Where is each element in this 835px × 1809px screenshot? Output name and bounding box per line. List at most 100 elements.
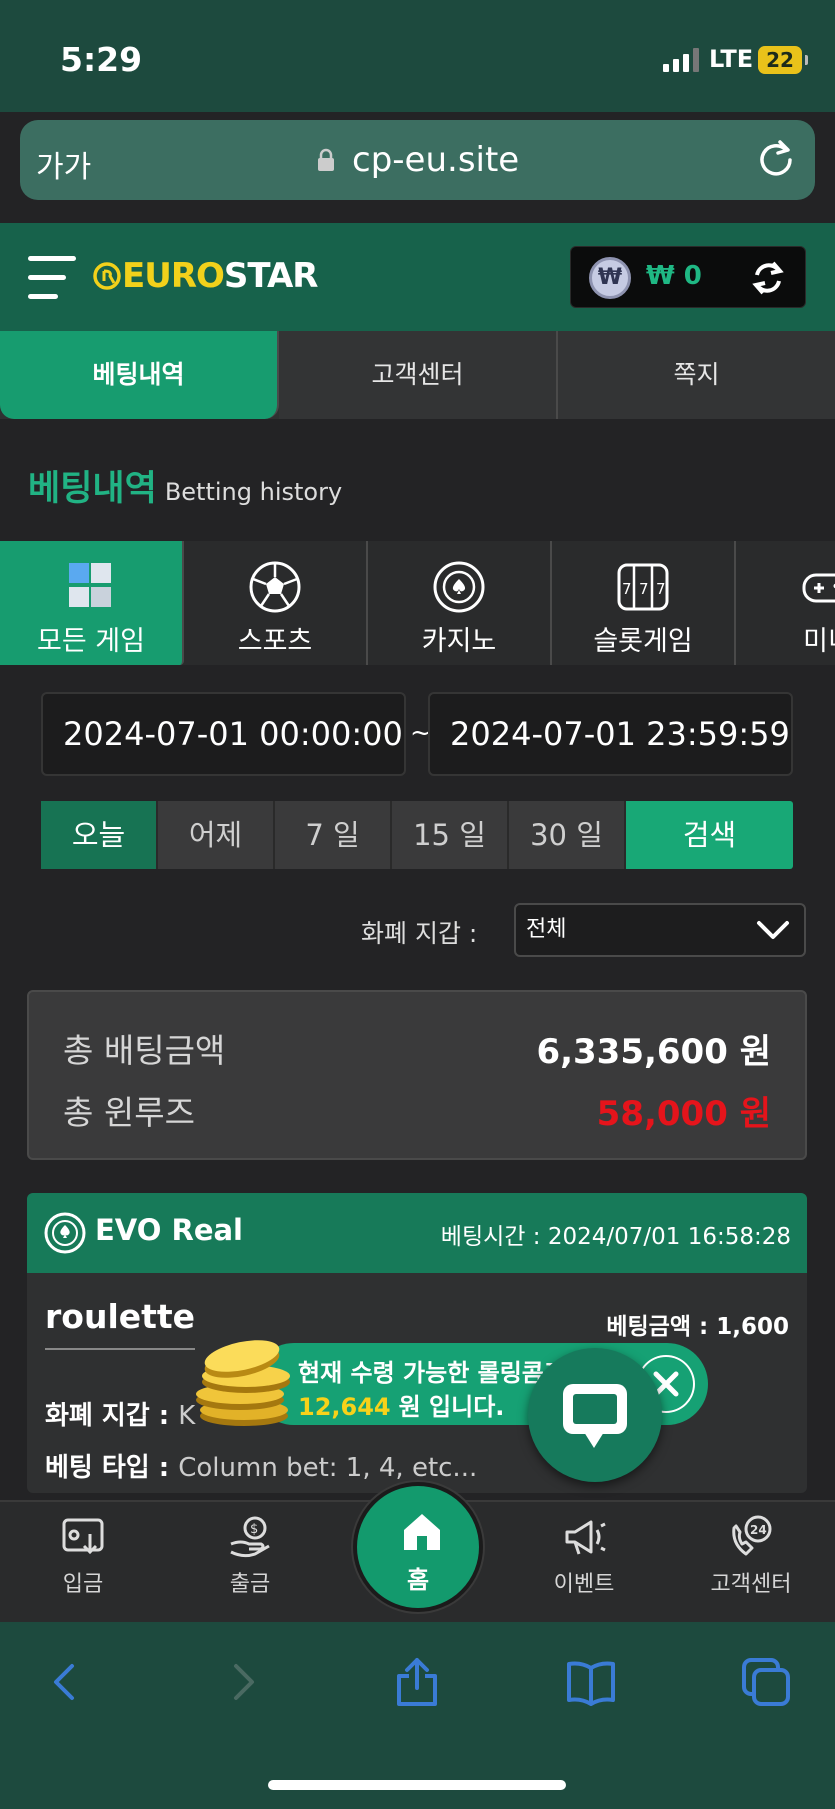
tab-betting-history[interactable]: 베팅내역 [0, 331, 279, 419]
bet-type-label: 베팅 타입 : [45, 1453, 170, 1483]
game-category-tabs: 모든 게임 스포츠 카지노 777 슬롯게임 미니 [0, 541, 835, 665]
range-15-days-button[interactable]: 15 일 [392, 801, 509, 869]
wallet-filter-label: 화폐 지갑 : [361, 919, 478, 948]
top-tabs: 베팅내역 고객센터 쪽지 [0, 331, 835, 419]
bet-type-row: 베팅 타입 : Column bet: 1, 4, etc... [45, 1447, 477, 1484]
category-label: 스포츠 [237, 626, 313, 657]
svg-text:7: 7 [639, 580, 649, 598]
svg-text:24: 24 [750, 1523, 767, 1537]
balance-amount: ₩ 0 [646, 261, 702, 291]
megaphone-icon [565, 1520, 606, 1555]
bet-time: 베팅시간 : 2024/07/01 16:58:28 [441, 1217, 791, 1251]
search-button[interactable]: 검색 [626, 801, 793, 869]
gold-coins-icon [196, 1340, 290, 1426]
nav-label: 출금 [229, 1572, 271, 1597]
category-slots[interactable]: 777 슬롯게임 [552, 541, 736, 665]
bet-wallet-row: 화폐 지갑 : K [45, 1395, 195, 1432]
refresh-balance-icon[interactable] [749, 259, 787, 297]
casino-chip-icon [44, 1212, 86, 1254]
signal-icon [663, 48, 699, 72]
slot-machine-icon: 777 [617, 563, 669, 611]
bet-wallet-label: 화폐 지갑 : [45, 1401, 170, 1431]
logo-mark-icon [93, 262, 121, 290]
bet-card-header: EVO Real 베팅시간 : 2024/07/01 16:58:28 [27, 1193, 807, 1273]
page-subtitle: Betting history [164, 478, 343, 506]
nav-withdraw[interactable]: $ 출금 [190, 1502, 310, 1598]
range-today-button[interactable]: 오늘 [41, 801, 158, 869]
share-icon[interactable] [391, 1656, 443, 1708]
promo-line2: 12,644 원 입니다. [298, 1387, 504, 1422]
cubes-icon [69, 563, 111, 607]
quick-range-buttons: 오늘 어제 7 일 15 일 30 일 검색 [41, 801, 793, 869]
category-sports[interactable]: 스포츠 [184, 541, 368, 665]
bet-time-label: 베팅시간 : [440, 1224, 541, 1250]
promo-amount: 12,644 [298, 1393, 391, 1421]
page-title-korean: 베팅내역 [28, 469, 157, 509]
category-mini[interactable]: 미니 [736, 541, 835, 665]
bet-amount-value: 1,600 [716, 1314, 789, 1340]
live-chat-button[interactable] [528, 1348, 662, 1482]
nav-home-button[interactable]: 홈 [353, 1482, 483, 1612]
date-to-input[interactable]: 2024-07-01 23:59:59 [428, 692, 793, 776]
betting-summary: 총 배팅금액 6,335,600 원 총 윈루즈 58,000 원 [27, 990, 807, 1160]
total-winloss-value: 58,000 원 [596, 1094, 771, 1134]
url-text[interactable]: cp-eu.site [352, 140, 519, 180]
svg-text:7: 7 [622, 580, 632, 598]
svg-text:7: 7 [656, 580, 666, 598]
reload-icon[interactable] [756, 138, 796, 178]
chat-bubble-icon [563, 1384, 627, 1448]
range-yesterday-button[interactable]: 어제 [158, 801, 275, 869]
tabs-icon[interactable] [740, 1656, 792, 1708]
nav-support[interactable]: 24 고객센터 [691, 1502, 811, 1598]
bet-amount: 베팅금액 : 1,600 [606, 1307, 789, 1341]
provider-name: EVO Real [95, 1213, 244, 1247]
battery-icon: 22 [758, 46, 808, 74]
site-logo[interactable]: EUROSTAR [92, 256, 319, 296]
nav-events[interactable]: 이벤트 [524, 1502, 644, 1598]
bet-time-value: 2024/07/01 16:58:28 [547, 1224, 791, 1250]
wallet-select[interactable]: 전체 [514, 903, 806, 957]
wallet-select-value: 전체 [526, 917, 567, 942]
total-bet-value: 6,335,600 원 [536, 1032, 771, 1072]
category-casino[interactable]: 카지노 [368, 541, 552, 665]
bet-type-value: Column bet: 1, 4, etc... [178, 1453, 478, 1483]
lock-icon [318, 148, 334, 171]
back-icon[interactable] [38, 1656, 90, 1708]
date-from-input[interactable]: 2024-07-01 00:00:00 [41, 692, 406, 776]
soccer-ball-icon [249, 561, 301, 613]
nav-label: 이벤트 [553, 1572, 615, 1597]
total-bet-label: 총 배팅금액 [63, 1031, 226, 1070]
range-7-days-button[interactable]: 7 일 [275, 801, 392, 869]
nav-label: 입금 [62, 1572, 104, 1597]
category-label: 슬롯게임 [593, 626, 693, 657]
page-title: 베팅내역 Betting history [28, 460, 342, 511]
tab-customer-center[interactable]: 고객센터 [279, 331, 558, 419]
svg-text:$: $ [250, 1522, 258, 1537]
casino-chip-icon [433, 561, 485, 613]
support-24-icon: 24 [732, 1515, 772, 1556]
category-all-games[interactable]: 모든 게임 [0, 541, 184, 665]
withdraw-icon: $ [230, 1516, 270, 1558]
nav-deposit[interactable]: 입금 [23, 1502, 143, 1598]
total-winloss-label: 총 윈루즈 [63, 1093, 195, 1132]
promo-line1: 현재 수령 가능한 롤링콤프 [298, 1359, 566, 1387]
nav-label: 고객센터 [710, 1572, 792, 1597]
category-label: 모든 게임 [37, 626, 145, 657]
hamburger-menu-icon[interactable] [28, 256, 76, 302]
logo-text-euro: EURO [122, 256, 225, 296]
status-time: 5:29 [60, 40, 143, 79]
logo-text-star: STAR [223, 256, 319, 296]
bet-amount-label: 베팅금액 : [606, 1314, 709, 1340]
category-label: 카지노 [421, 626, 497, 657]
range-30-days-button[interactable]: 30 일 [509, 801, 626, 869]
text-size-button[interactable]: 가가 [36, 142, 91, 186]
bookmarks-icon[interactable] [565, 1656, 617, 1708]
network-label: LTE [709, 45, 754, 73]
forward-icon[interactable] [218, 1656, 270, 1708]
deposit-icon [62, 1518, 104, 1555]
game-name: roulette [45, 1297, 196, 1350]
tab-messages[interactable]: 쪽지 [558, 331, 835, 419]
won-coin-icon: ₩ [589, 257, 631, 299]
chevron-down-icon [757, 921, 789, 939]
wallet-balance[interactable]: ₩ ₩ 0 [570, 246, 806, 308]
